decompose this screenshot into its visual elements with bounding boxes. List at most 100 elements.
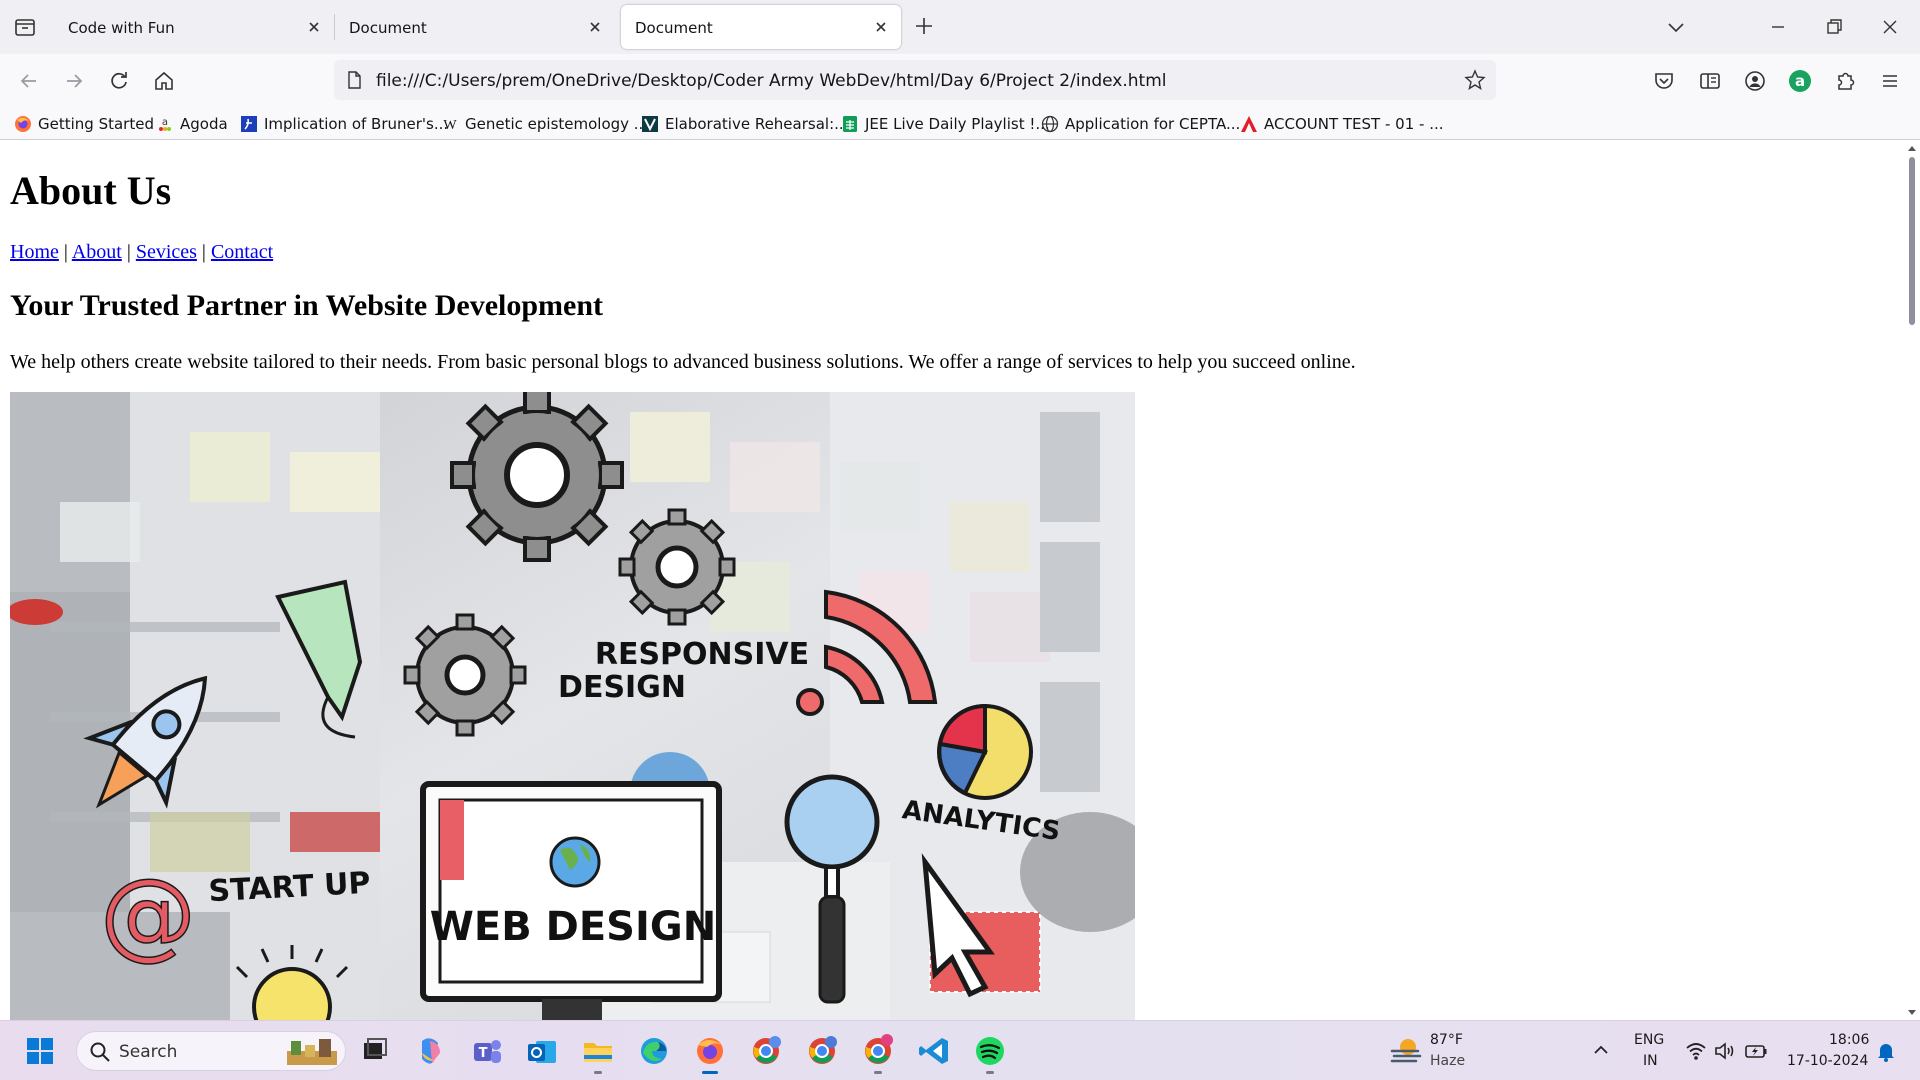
tab-title: Document xyxy=(349,19,427,37)
page-nav: Home | About | Sevices | Contact xyxy=(10,241,273,264)
new-tab-icon[interactable] xyxy=(912,14,936,38)
clock-time[interactable]: 18:06 xyxy=(1829,1032,1869,1048)
svg-text:WEB DESIGN: WEB DESIGN xyxy=(430,904,716,950)
reload-icon[interactable] xyxy=(104,66,134,96)
firefox-icon xyxy=(14,115,32,133)
tab-list-icon[interactable] xyxy=(10,15,40,41)
weather-temp[interactable]: 87°F xyxy=(1430,1032,1463,1048)
tab-strip: Code with Fun Document Document xyxy=(0,0,1920,54)
region-indicator[interactable]: IN xyxy=(1643,1053,1658,1069)
nav-link-services[interactable]: Sevices xyxy=(136,241,197,263)
section-heading: Your Trusted Partner in Website Developm… xyxy=(10,289,604,322)
svg-text:T: T xyxy=(479,1046,488,1061)
search-placeholder: Search xyxy=(119,1042,178,1062)
outlook-icon[interactable] xyxy=(522,1031,562,1071)
running-indicator xyxy=(594,1071,602,1074)
firefox-taskbar-icon[interactable] xyxy=(690,1031,730,1074)
extensions-puzzle-icon[interactable] xyxy=(1831,67,1859,95)
chrome-profile-3-icon[interactable] xyxy=(858,1031,898,1074)
tab-title: Document xyxy=(635,19,713,37)
notification-bell-icon[interactable] xyxy=(1874,1039,1898,1063)
bookmark-jee-live[interactable]: JEE Live Daily Playlist !... xyxy=(841,112,1050,136)
wifi-icon[interactable] xyxy=(1684,1039,1708,1063)
tab-document-active[interactable]: Document xyxy=(621,5,901,49)
taskbar-search-box[interactable]: Search xyxy=(76,1031,346,1071)
window-close-icon[interactable] xyxy=(1872,10,1908,44)
bookmark-agoda[interactable]: a Agoda xyxy=(156,112,228,136)
weather-desc[interactable]: Haze xyxy=(1430,1053,1465,1069)
bookmark-label: ACCOUNT TEST - 01 - ... xyxy=(1264,115,1444,133)
bookmark-label: Elaborative Rehearsal:... xyxy=(665,115,849,133)
bookmark-implication-bruner[interactable]: Implication of Bruner's... xyxy=(240,112,448,136)
nav-link-contact[interactable]: Contact xyxy=(211,241,273,263)
close-icon[interactable] xyxy=(304,17,324,37)
chrome-profile-1-icon[interactable] xyxy=(746,1031,786,1071)
app-menu-icon[interactable] xyxy=(1876,67,1904,95)
teams-icon[interactable]: T xyxy=(466,1031,506,1071)
minimize-icon[interactable] xyxy=(1760,10,1796,44)
page-title: About Us xyxy=(10,168,172,213)
intro-paragraph: We help others create website tailored t… xyxy=(10,351,1356,373)
clock-date[interactable]: 17-10-2024 xyxy=(1787,1053,1868,1069)
svg-text:RESPONSIVE: RESPONSIVE xyxy=(595,637,809,672)
extension-a-icon[interactable]: a xyxy=(1786,67,1814,95)
forward-arrow-icon[interactable] xyxy=(59,66,89,96)
pocket-icon[interactable] xyxy=(1650,67,1678,95)
nav-link-home[interactable]: Home xyxy=(10,241,59,263)
tab-overflow-chevron-icon[interactable] xyxy=(1658,10,1694,44)
vertical-scrollbar[interactable] xyxy=(1904,141,1920,1020)
language-indicator[interactable]: ENG xyxy=(1634,1032,1664,1048)
chevron-up-icon[interactable] xyxy=(1590,1039,1612,1061)
address-bar[interactable]: file:///C:/Users/prem/OneDrive/Desktop/C… xyxy=(334,60,1496,100)
reader-view-icon[interactable] xyxy=(1696,67,1724,95)
vscode-icon[interactable] xyxy=(914,1031,954,1071)
close-icon[interactable] xyxy=(585,17,605,37)
search-highlight-icon xyxy=(285,1037,341,1072)
bookmark-label: JEE Live Daily Playlist !... xyxy=(865,115,1050,133)
task-view-icon[interactable] xyxy=(354,1031,394,1071)
volume-icon[interactable] xyxy=(1713,1039,1737,1063)
copilot-icon[interactable] xyxy=(410,1031,450,1071)
page-content: About Us Home | About | Sevices | Contac… xyxy=(0,141,1904,1020)
close-icon[interactable] xyxy=(871,17,891,37)
windows-start-icon[interactable] xyxy=(20,1031,60,1071)
back-arrow-icon[interactable] xyxy=(14,66,44,96)
svg-text:@: @ xyxy=(100,858,196,970)
active-indicator xyxy=(702,1071,718,1074)
svg-text:W: W xyxy=(443,118,457,133)
bookmark-elaborative-rehearsal[interactable]: Elaborative Rehearsal:... xyxy=(641,112,848,136)
scrollbar-thumb[interactable] xyxy=(1909,157,1915,325)
running-indicator xyxy=(986,1071,994,1074)
nav-separator: | xyxy=(63,241,68,263)
svg-text:a: a xyxy=(1795,72,1805,90)
running-indicator xyxy=(874,1071,882,1074)
nav-separator: | xyxy=(126,241,131,263)
bookmark-getting-started[interactable]: Getting Started xyxy=(14,112,154,136)
battery-icon[interactable] xyxy=(1744,1039,1768,1063)
bookmarks-toolbar: Getting Started a Agoda Implication of B… xyxy=(0,108,1920,140)
bookmark-genetic-epistemology[interactable]: W Genetic epistemology ... xyxy=(441,112,648,136)
bookmark-label: Getting Started xyxy=(38,115,154,133)
spotify-icon[interactable] xyxy=(970,1031,1010,1074)
bookmark-star-icon[interactable] xyxy=(1464,69,1486,91)
nav-separator: | xyxy=(201,241,206,263)
edge-icon[interactable] xyxy=(634,1031,674,1071)
hero-image: RESPONSIVE DESIGN ANALYTICS START UP @ W… xyxy=(10,392,1135,1020)
globe-icon xyxy=(1041,115,1059,133)
bookmark-application-cepta[interactable]: Application for CEPTA... xyxy=(1041,112,1240,136)
nav-link-about[interactable]: About xyxy=(72,241,122,263)
svg-text:DESIGN: DESIGN xyxy=(558,670,686,705)
weather-haze-icon[interactable] xyxy=(1388,1033,1424,1069)
a-icon xyxy=(1240,115,1258,133)
account-icon[interactable] xyxy=(1741,67,1769,95)
tab-document-1[interactable]: Document xyxy=(335,5,615,49)
home-icon[interactable] xyxy=(149,66,179,96)
bookmark-label: Genetic epistemology ... xyxy=(465,115,649,133)
file-explorer-icon[interactable] xyxy=(578,1031,618,1074)
bookmark-label: Implication of Bruner's... xyxy=(264,115,449,133)
bookmark-account-test[interactable]: ACCOUNT TEST - 01 - ... xyxy=(1240,112,1444,136)
chrome-profile-2-icon[interactable] xyxy=(802,1031,842,1071)
tab-code-with-fun[interactable]: Code with Fun xyxy=(54,5,334,49)
url-text[interactable]: file:///C:/Users/prem/OneDrive/Desktop/C… xyxy=(376,71,1166,91)
restore-icon[interactable] xyxy=(1816,10,1852,44)
